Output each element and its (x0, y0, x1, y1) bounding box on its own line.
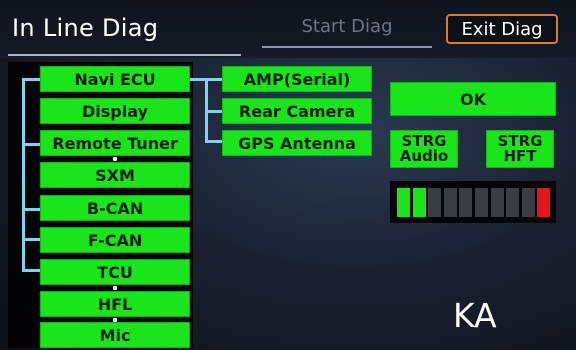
tree-connector-left (22, 78, 25, 272)
level-meter-segment-off (490, 188, 504, 217)
tree-branch (22, 269, 40, 272)
tree-branch (22, 143, 40, 146)
level-meter-segment-off (428, 188, 442, 217)
strg-hft-button[interactable]: STRG HFT (486, 130, 554, 168)
device-button-navi-ecu[interactable]: Navi ECU (40, 66, 190, 92)
device-button-rear-camera[interactable]: Rear Camera (222, 98, 372, 124)
tree-branch (205, 110, 222, 113)
start-diag-underline (262, 46, 432, 48)
level-meter-segment-green (412, 188, 426, 217)
level-meter-segment-off (443, 188, 457, 217)
start-diag-button[interactable]: Start Diag (262, 16, 432, 37)
title-underline (8, 54, 241, 56)
separator-dot (113, 286, 117, 290)
tree-branch (22, 238, 40, 241)
tree-branch (22, 78, 40, 81)
strg-audio-button[interactable]: STRG Audio (390, 130, 458, 168)
device-button-tcu[interactable]: TCU (40, 259, 190, 285)
device-button-remote-tuner[interactable]: Remote Tuner (40, 130, 190, 156)
level-meter-segment-off (475, 188, 488, 217)
diag-screen: In Line Diag Start Diag Exit Diag Navi E… (0, 0, 576, 350)
device-button-b-can[interactable]: B-CAN (40, 195, 190, 221)
separator-dot (113, 157, 117, 161)
level-meter-segment-off (521, 188, 535, 217)
tree-branch (190, 78, 222, 81)
page-title: In Line Diag (12, 14, 159, 42)
header-bar: In Line Diag Start Diag Exit Diag (0, 0, 576, 58)
device-button-gps-antenna[interactable]: GPS Antenna (222, 130, 372, 156)
ok-button[interactable]: OK (390, 82, 556, 116)
device-button-hfl[interactable]: HFL (40, 291, 190, 317)
level-meter-segment-off (459, 188, 473, 217)
device-button-display[interactable]: Display (40, 98, 190, 124)
level-meter-segment-off (506, 188, 520, 217)
region-code-label: KA (453, 296, 497, 335)
device-button-mic[interactable]: Mic (40, 322, 190, 348)
exit-diag-button[interactable]: Exit Diag (446, 14, 558, 44)
device-button-sxm[interactable]: SXM (40, 162, 190, 188)
tree-branch (205, 140, 222, 143)
separator-dot (113, 318, 117, 322)
device-button-f-can[interactable]: F-CAN (40, 227, 190, 253)
level-meter-segment-green (397, 188, 410, 217)
level-meter-segment-red (537, 188, 551, 217)
device-button-amp-serial[interactable]: AMP(Serial) (222, 66, 372, 92)
tree-branch (22, 208, 40, 211)
